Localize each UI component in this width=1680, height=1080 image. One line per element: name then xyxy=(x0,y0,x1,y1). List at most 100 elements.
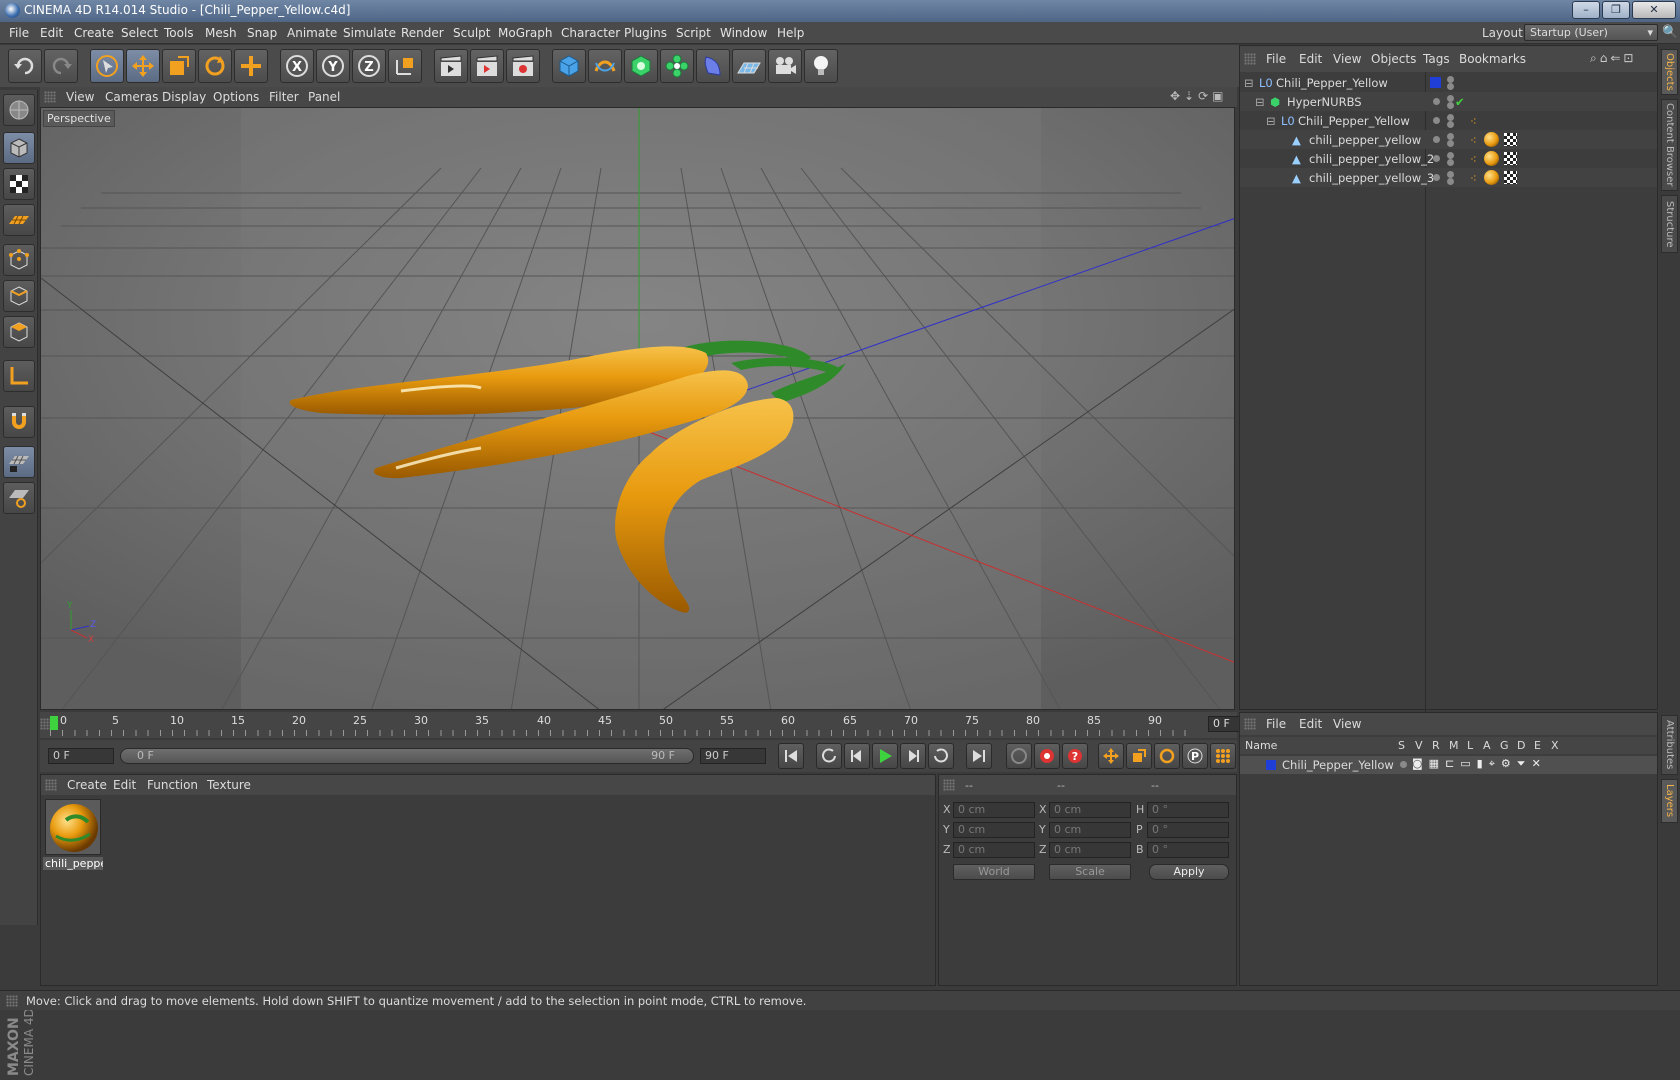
render-visibility-dot[interactable] xyxy=(1447,178,1454,185)
menu-create[interactable]: Create xyxy=(74,26,114,40)
editor-visibility-dot[interactable] xyxy=(1433,117,1440,124)
viewport-menu-panel[interactable]: Panel xyxy=(308,90,340,104)
layer-col-manager[interactable]: M xyxy=(1449,739,1459,752)
recent-tool-button[interactable] xyxy=(234,49,268,83)
phong-tag-icon[interactable]: ⁖ xyxy=(1470,171,1477,185)
object-row[interactable]: ▲ chili_pepper_yellow_2 ⁖ xyxy=(1240,149,1657,168)
perspective-viewport[interactable]: Y Z X Perspective xyxy=(40,107,1235,710)
autokeying-button[interactable]: ? xyxy=(1062,743,1088,769)
editor-visibility-dot[interactable] xyxy=(1447,133,1454,140)
points-mode-button[interactable] xyxy=(3,244,35,276)
menu-edit[interactable]: Edit xyxy=(40,26,63,40)
layer-col-xref[interactable]: X xyxy=(1551,739,1559,752)
add-spline-button[interactable] xyxy=(588,49,622,83)
layer-menu-file[interactable]: File xyxy=(1266,717,1286,731)
undo-button[interactable] xyxy=(8,49,42,83)
rotation-p-field[interactable]: 0 ° xyxy=(1147,822,1229,838)
tab-attributes[interactable]: Attributes xyxy=(1661,715,1678,775)
menu-animate[interactable]: Animate xyxy=(287,26,337,40)
z-axis-lock-button[interactable]: Z xyxy=(352,49,386,83)
editor-visibility-dot[interactable] xyxy=(1433,155,1440,162)
collapse-icon[interactable]: ⊟ xyxy=(1266,114,1276,128)
object-row[interactable]: ⊟ L0 Chili_Pepper_Yellow ⁖ xyxy=(1240,111,1657,130)
layer-col-name[interactable]: Name xyxy=(1245,739,1277,752)
render-visibility-dot[interactable] xyxy=(1447,121,1454,128)
layer-flag-icons[interactable]: ◙▦⊏▭▮⌖⚙⏷✕ xyxy=(1412,757,1547,771)
objects-search-home-icons[interactable]: ⌕⌂⇐⊡ xyxy=(1590,51,1636,66)
start-frame-field[interactable]: 0 F xyxy=(48,748,114,764)
layer-color-swatch[interactable] xyxy=(1266,760,1276,770)
key-parameter-button[interactable]: P xyxy=(1182,743,1208,769)
render-picture-viewer-button[interactable] xyxy=(470,49,504,83)
add-camera-button[interactable] xyxy=(768,49,802,83)
key-pla-button[interactable] xyxy=(1210,743,1236,769)
layer-col-view[interactable]: V xyxy=(1415,739,1423,752)
add-cube-button[interactable] xyxy=(552,49,586,83)
object-name[interactable]: HyperNURBS xyxy=(1287,95,1362,109)
add-floor-button[interactable] xyxy=(732,49,766,83)
position-x-field[interactable]: 0 cm xyxy=(953,802,1035,818)
layer-col-render[interactable]: R xyxy=(1432,739,1440,752)
axis-mode-button[interactable] xyxy=(3,360,35,392)
menu-mograph[interactable]: MoGraph xyxy=(498,26,553,40)
object-row[interactable]: ▲ chili_pepper_yellow ⁖ xyxy=(1240,130,1657,149)
menu-character[interactable]: Character xyxy=(561,26,620,40)
object-row[interactable]: ⊟ L0 Chili_Pepper_Yellow xyxy=(1240,73,1657,92)
timeline-ruler[interactable]: 0 5 10 15 20 25 30 35 40 45 50 55 60 65 … xyxy=(40,712,1274,738)
layer-col-deformers[interactable]: D xyxy=(1517,739,1525,752)
render-visibility-dot[interactable] xyxy=(1447,140,1454,147)
frame-range-slider[interactable]: 0 F 90 F xyxy=(120,748,694,764)
layout-dropdown[interactable]: Startup (User) xyxy=(1524,24,1658,41)
menu-window[interactable]: Window xyxy=(720,26,767,40)
editor-visibility-dot[interactable] xyxy=(1447,114,1454,121)
material-tag-icon[interactable] xyxy=(1484,132,1499,147)
layer-menu-edit[interactable]: Edit xyxy=(1299,717,1322,731)
size-y-field[interactable]: 0 cm xyxy=(1049,822,1131,838)
objects-menu-objects[interactable]: Objects xyxy=(1371,52,1416,66)
tab-structure[interactable]: Structure xyxy=(1661,195,1678,253)
menu-simulate[interactable]: Simulate xyxy=(343,26,396,40)
coordinate-system-button[interactable] xyxy=(388,49,422,83)
texture-tag-icon[interactable] xyxy=(1504,152,1517,165)
layer-solo-toggle[interactable] xyxy=(1400,761,1407,768)
layer-col-locked[interactable]: L xyxy=(1467,739,1473,752)
workplane-mode-button[interactable] xyxy=(3,204,35,236)
rotation-b-field[interactable]: 0 ° xyxy=(1147,842,1229,858)
layer-col-animation[interactable]: A xyxy=(1483,739,1491,752)
layer-col-generators[interactable]: G xyxy=(1500,739,1509,752)
render-visibility-dot[interactable] xyxy=(1447,83,1454,90)
material-menu-function[interactable]: Function xyxy=(147,778,198,792)
object-row[interactable]: ▲ chili_pepper_yellow_3 ⁖ xyxy=(1240,168,1657,187)
tab-objects[interactable]: Objects xyxy=(1661,49,1678,95)
menu-render[interactable]: Render xyxy=(401,26,444,40)
position-y-field[interactable]: 0 cm xyxy=(953,822,1035,838)
phong-tag-icon[interactable]: ⁖ xyxy=(1470,152,1477,166)
editor-visibility-dot[interactable] xyxy=(1447,76,1454,83)
coordinate-mode-dropdown[interactable]: Scale xyxy=(1049,864,1131,880)
viewport-navigation-icons[interactable]: ✥⇣⟳▣ xyxy=(1170,89,1228,103)
previous-frame-button[interactable] xyxy=(844,743,870,769)
live-selection-button[interactable] xyxy=(90,49,124,83)
rotation-h-field[interactable]: 0 ° xyxy=(1147,802,1229,818)
object-row[interactable]: ⊟ ⬢ HyperNURBS ✔ xyxy=(1240,92,1657,111)
rotate-tool-button[interactable] xyxy=(198,49,232,83)
render-settings-button[interactable] xyxy=(506,49,540,83)
timeline-playhead[interactable] xyxy=(50,716,58,730)
polygons-mode-button[interactable] xyxy=(3,316,35,348)
search-icon[interactable]: 🔍 xyxy=(1662,25,1678,40)
material-menu-edit[interactable]: Edit xyxy=(113,778,136,792)
tab-content-browser[interactable]: Content Browser xyxy=(1661,99,1678,191)
redo-button[interactable] xyxy=(44,49,78,83)
menu-mesh[interactable]: Mesh xyxy=(205,26,237,40)
menu-plugins[interactable]: Plugins xyxy=(624,26,667,40)
go-to-end-button[interactable] xyxy=(966,743,992,769)
render-view-button[interactable] xyxy=(434,49,468,83)
editor-visibility-dot[interactable] xyxy=(1433,98,1440,105)
make-editable-button[interactable] xyxy=(3,94,35,126)
objects-menu-view[interactable]: View xyxy=(1333,52,1361,66)
apply-button[interactable]: Apply xyxy=(1149,864,1229,880)
object-name[interactable]: Chili_Pepper_Yellow xyxy=(1298,114,1410,128)
maximize-button[interactable]: ❐ xyxy=(1602,1,1630,19)
collapse-icon[interactable]: ⊟ xyxy=(1255,95,1265,109)
menu-file[interactable]: File xyxy=(9,26,29,40)
